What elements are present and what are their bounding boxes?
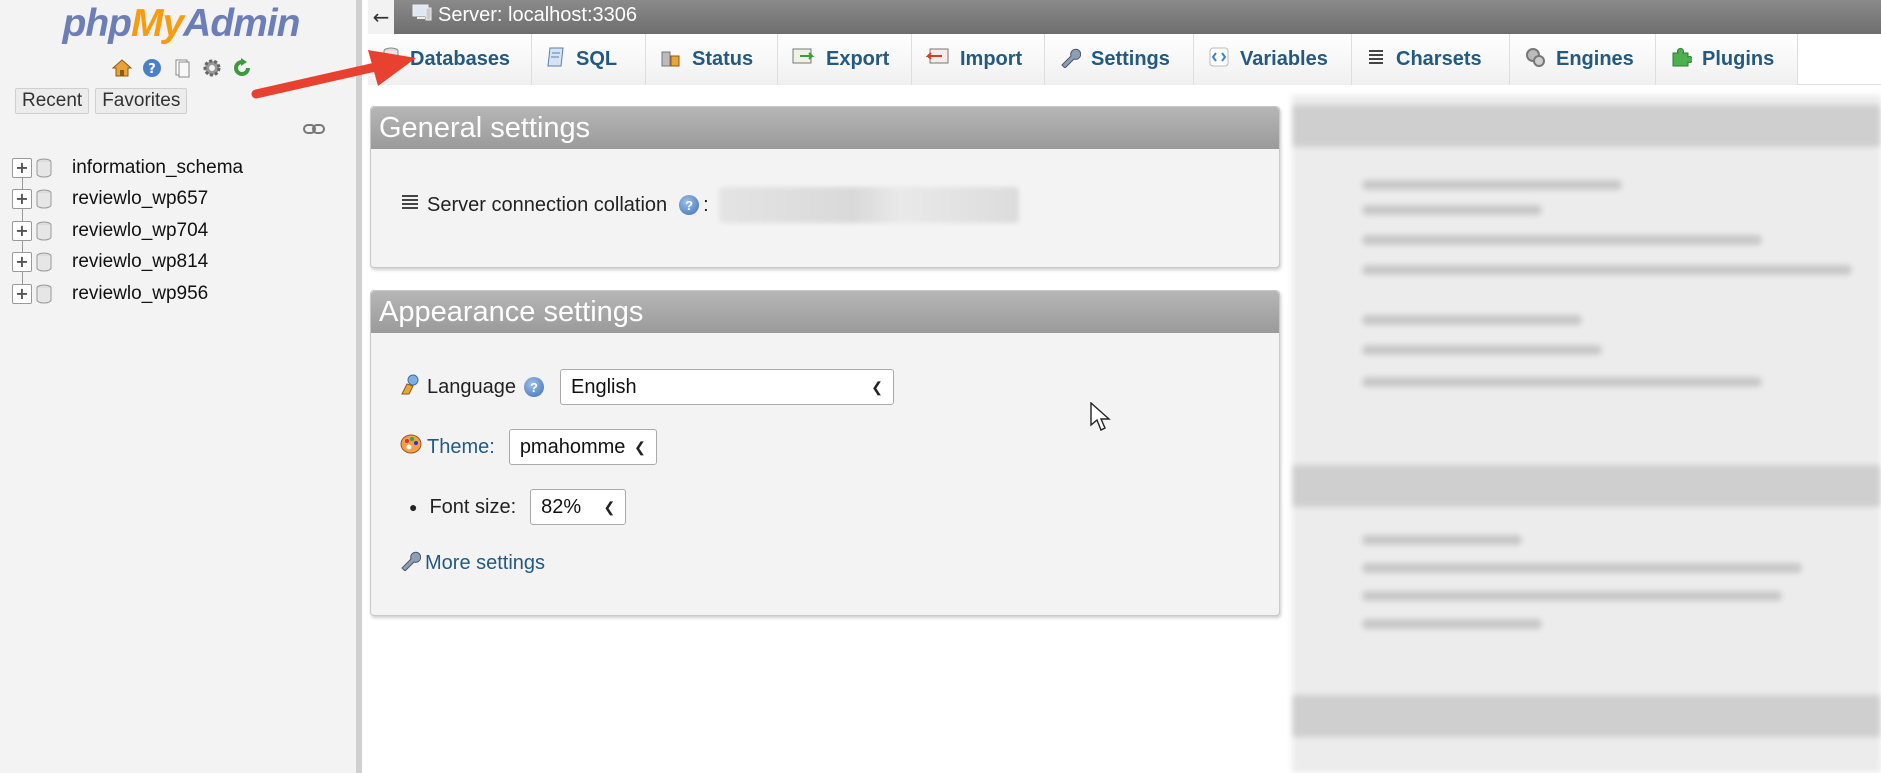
collation-select[interactable] — [718, 187, 1019, 223]
expand-icon[interactable]: + — [12, 220, 32, 241]
charsets-icon — [1366, 47, 1386, 73]
fontsize-label: Font size: — [429, 495, 517, 518]
import-icon — [925, 47, 950, 73]
wrench-icon — [1059, 46, 1082, 74]
language-icon — [399, 372, 423, 402]
svg-text:?: ? — [148, 62, 156, 77]
more-settings-row: More settings — [399, 549, 545, 577]
chevron-down-icon: ❮ — [603, 498, 616, 515]
language-label: Language — [427, 375, 516, 398]
database-icon — [36, 221, 52, 241]
theme-link[interactable]: Theme: — [427, 436, 495, 459]
expand-icon[interactable]: + — [12, 189, 32, 210]
main-content: General settings Server connection colla… — [368, 86, 1290, 773]
mouse-cursor-icon — [1090, 402, 1111, 431]
tab-charsets[interactable]: Charsets — [1352, 34, 1510, 85]
database-name[interactable]: reviewlo_wp704 — [72, 220, 208, 242]
fontsize-row: ● Font size: 82% ❮ — [409, 489, 627, 525]
link-icon[interactable] — [303, 121, 325, 135]
phpmyadmin-logo[interactable]: phpMyAdmin — [0, 2, 362, 46]
tab-import[interactable]: Import — [912, 34, 1045, 85]
database-name[interactable]: information_schema — [72, 157, 243, 179]
variables-icon — [1208, 46, 1230, 74]
tab-engines[interactable]: Engines — [1510, 34, 1656, 85]
docs-icon[interactable] — [170, 56, 194, 80]
recent-tab[interactable]: Recent — [15, 88, 90, 114]
tab-sql[interactable]: SQL — [532, 34, 646, 85]
expand-icon[interactable]: + — [12, 283, 32, 304]
tree-item[interactable]: + information_schema — [12, 152, 243, 184]
tab-status[interactable]: Status — [646, 34, 778, 85]
sql-icon — [546, 46, 566, 74]
tab-settings[interactable]: Settings — [1045, 34, 1194, 85]
language-select[interactable]: English ❮ — [559, 369, 894, 405]
help-icon[interactable]: ? — [679, 195, 700, 215]
database-tree: + information_schema + reviewlo_wp657 + … — [12, 152, 243, 310]
chevron-down-icon: ❮ — [871, 378, 883, 395]
tab-variables[interactable]: Variables — [1194, 34, 1352, 85]
database-icon — [36, 252, 52, 272]
annotation-arrow — [251, 50, 416, 99]
tree-item[interactable]: + reviewlo_wp956 — [12, 278, 243, 310]
collation-label: Server connection collation — [427, 193, 668, 216]
appearance-settings-panel: Appearance settings Language ? English ❮… — [370, 290, 1280, 616]
database-icon — [36, 284, 52, 304]
wrench-icon — [399, 549, 422, 577]
general-settings-panel: General settings Server connection colla… — [370, 106, 1280, 268]
gear-icon[interactable] — [200, 56, 224, 80]
blurred-info-panels — [1292, 95, 1881, 773]
database-name[interactable]: reviewlo_wp657 — [72, 188, 208, 210]
tree-item[interactable]: + reviewlo_wp814 — [12, 247, 243, 279]
home-icon[interactable] — [110, 56, 134, 80]
panel-title: General settings — [371, 107, 1279, 149]
export-icon — [792, 47, 816, 73]
status-icon — [660, 46, 682, 74]
server-menu: Databases SQL Status Export Import Setti… — [368, 34, 1881, 85]
database-name[interactable]: reviewlo_wp956 — [72, 283, 208, 305]
help-icon[interactable]: ? — [523, 377, 544, 397]
tab-export[interactable]: Export — [778, 34, 912, 85]
collapse-nav-arrow[interactable]: ← — [368, 0, 394, 34]
more-settings-link[interactable]: More settings — [425, 552, 545, 575]
collation-row: Server connection collation ? : — [401, 187, 1019, 223]
expand-icon[interactable]: + — [12, 252, 32, 273]
expand-icon[interactable]: + — [12, 157, 32, 178]
fontsize-select[interactable]: 82% ❮ — [530, 489, 627, 525]
favorites-tab[interactable]: Favorites — [95, 88, 188, 114]
nav-icon-bar: ? — [110, 56, 254, 80]
chevron-down-icon: ❮ — [634, 438, 646, 455]
database-icon — [36, 158, 52, 178]
engines-icon — [1524, 46, 1546, 74]
language-row: Language ? English ❮ — [399, 369, 894, 405]
panel-title: Appearance settings — [371, 291, 1279, 333]
server-breadcrumb-bar: ← Server: localhost:3306 — [368, 0, 1881, 34]
navigation-panel: phpMyAdmin ? Recent Favorites + informat… — [0, 0, 362, 773]
tab-plugins[interactable]: Plugins — [1656, 34, 1798, 85]
theme-icon — [399, 432, 423, 462]
database-name[interactable]: reviewlo_wp814 — [72, 251, 208, 273]
nav-tabs: Recent Favorites — [15, 88, 188, 114]
help-icon[interactable]: ? — [140, 56, 164, 80]
server-breadcrumb[interactable]: Server: localhost:3306 — [412, 3, 637, 27]
theme-select[interactable]: pmahomme ❮ — [508, 429, 657, 465]
collation-icon — [401, 193, 419, 217]
server-icon — [412, 3, 432, 27]
plugins-icon — [1670, 46, 1694, 74]
tree-item[interactable]: + reviewlo_wp657 — [12, 184, 243, 216]
tree-item[interactable]: + reviewlo_wp704 — [12, 215, 243, 247]
theme-row: Theme: pmahomme ❮ — [399, 429, 657, 465]
bullet: ● — [409, 499, 418, 515]
database-icon — [36, 189, 52, 209]
